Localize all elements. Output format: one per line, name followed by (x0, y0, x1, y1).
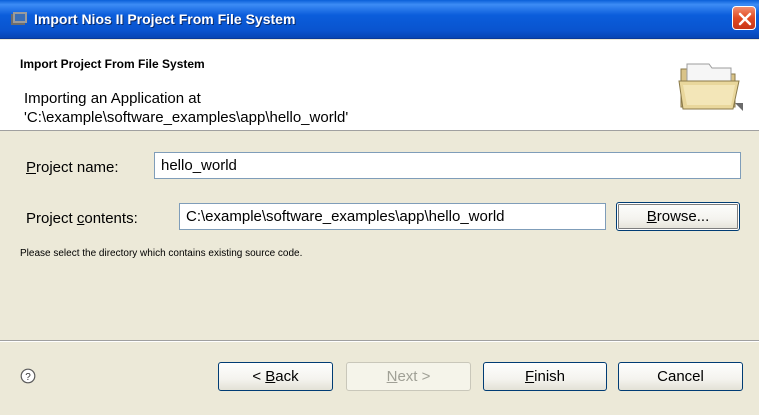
next-button[interactable]: Next > (346, 362, 471, 391)
hint-text: Please select the directory which contai… (20, 248, 303, 259)
help-icon-glyph: ? (25, 372, 31, 383)
project-name-label-mnemonic: P (26, 159, 37, 176)
back-label: ack (275, 368, 299, 385)
footer-separator (0, 340, 759, 342)
close-button[interactable] (732, 6, 756, 30)
close-icon (738, 12, 752, 26)
app-icon (11, 12, 27, 25)
project-contents-label-prefix: Project (26, 210, 77, 227)
finish-button[interactable]: Finish (483, 362, 607, 391)
cancel-button[interactable]: Cancel (618, 362, 743, 391)
title-bar[interactable]: Import Nios II Project From File System (0, 0, 759, 39)
browse-mnemonic: B (646, 208, 657, 225)
next-mnemonic: N (386, 368, 398, 385)
back-mnemonic: B (265, 368, 276, 385)
browse-label: rowse... (656, 208, 710, 225)
project-contents-label: Project contents: (26, 210, 138, 227)
import-dialog: Import Nios II Project From File System … (0, 0, 759, 415)
header-message: Importing an Application at 'C:\example\… (24, 89, 348, 127)
header-message-line2: 'C:\example\software_examples\app\hello_… (24, 109, 349, 126)
dialog-header: Import Project From File System Importin… (0, 40, 759, 131)
folder-open-icon (678, 63, 743, 111)
window-title: Import Nios II Project From File System (34, 11, 296, 27)
finish-mnemonic: F (524, 368, 535, 385)
back-button[interactable]: < Back (218, 362, 333, 391)
header-title: Import Project From File System (20, 57, 205, 71)
header-message-line1: Importing an Application at (24, 90, 201, 107)
project-contents-input[interactable]: C:\example\software_examples\app\hello_w… (179, 203, 606, 230)
project-name-input[interactable]: hello_world (154, 152, 741, 179)
project-name-label: Project name: (26, 159, 119, 176)
back-prefix: < (252, 368, 266, 385)
help-icon[interactable]: ? (20, 368, 36, 384)
project-name-label-text: roject name: (36, 159, 119, 176)
next-label: ext > (397, 368, 431, 385)
finish-label: inish (534, 368, 566, 385)
browse-button[interactable]: Browse... (616, 202, 740, 231)
project-contents-label-rest: ontents: (84, 210, 138, 227)
